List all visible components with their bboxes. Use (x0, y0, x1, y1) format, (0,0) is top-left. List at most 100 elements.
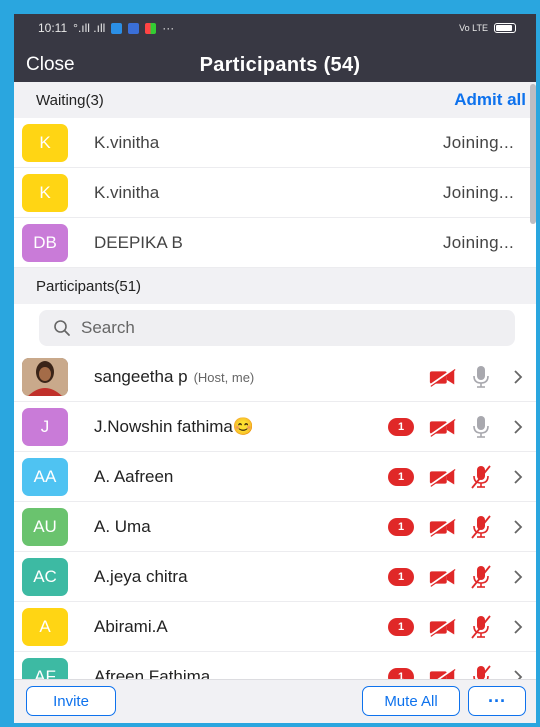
avatar-initials: AU (33, 516, 57, 536)
app-icon-2 (145, 22, 157, 34)
mute-all-button[interactable]: Mute All (362, 686, 460, 716)
avatar: AA (22, 457, 68, 496)
avatar-initials: K (39, 182, 51, 202)
participant-row[interactable]: AC A.jeya chitra 1 (14, 552, 536, 602)
mic-muted-icon (466, 564, 496, 590)
participant-row[interactable]: A Abirami.A 1 (14, 602, 536, 652)
admit-all-button[interactable]: Admit all (454, 90, 526, 110)
signal-icon: °.ıll .ıll (73, 21, 106, 35)
participant-name-wrap: Abirami.A (94, 617, 168, 637)
chat-badge: 1 (388, 467, 414, 486)
page-title: Participants (54) (199, 53, 361, 76)
mic-muted-icon (466, 514, 496, 540)
joining-status: Joining... (442, 182, 514, 202)
participant-name-wrap: sangeetha p (Host, me) (94, 367, 254, 387)
avatar: K (22, 123, 68, 162)
video-off-icon (428, 564, 458, 590)
participant-name: A. Uma (94, 516, 151, 536)
app-icon (128, 22, 140, 34)
waiting-row[interactable]: K K.vinitha Joining... (14, 118, 536, 168)
participant-controls: 1 (388, 614, 530, 640)
joining-status: Joining... (442, 132, 514, 152)
joining-status: Joining... (442, 232, 514, 252)
more-notifications-icon: ··· (162, 21, 175, 35)
mic-muted-icon (466, 464, 496, 490)
avatar: K (22, 173, 68, 212)
chevron-right-icon[interactable] (506, 414, 530, 440)
close-button[interactable]: Close (26, 54, 75, 76)
waiting-row[interactable]: DB DEEPIKA B Joining... (14, 218, 536, 268)
app-frame: 10:11 °.ıll .ıll ··· Vo LTE Close Partic… (14, 14, 536, 723)
avatar-initials: K (39, 132, 51, 152)
status-bar: 10:11 °.ıll .ıll ··· Vo LTE (38, 20, 516, 36)
participant-controls: 1 (388, 564, 530, 590)
participant-name: A. Aafreen (94, 466, 174, 486)
chevron-right-icon[interactable] (506, 564, 530, 590)
mic-icon (466, 364, 496, 390)
header: Close Participants (54) (14, 50, 536, 80)
participant-row[interactable]: AU A. Uma 1 (14, 502, 536, 552)
status-time: 10:11 (38, 21, 68, 35)
scrollbar[interactable] (530, 84, 536, 224)
participant-name-wrap: A. Uma (94, 517, 151, 537)
avatar (22, 357, 68, 396)
participant-controls (424, 364, 530, 390)
video-off-icon (428, 614, 458, 640)
chevron-right-icon[interactable] (506, 464, 530, 490)
video-off-icon (428, 414, 458, 440)
avatar: DB (22, 223, 68, 262)
chevron-right-icon[interactable] (506, 514, 530, 540)
search-container: Search (14, 304, 536, 352)
avatar: AU (22, 507, 68, 546)
avatar-initials: A (39, 616, 51, 636)
video-off-icon (428, 464, 458, 490)
volte-icon: Vo LTE (459, 22, 488, 33)
avatar: J (22, 407, 68, 446)
search-input[interactable]: Search (39, 310, 515, 346)
waiting-section-header: Waiting(3) Admit all (14, 82, 536, 118)
participant-row[interactable]: AA A. Aafreen 1 (14, 452, 536, 502)
search-icon (54, 320, 70, 336)
participant-name: K.vinitha (94, 132, 160, 152)
participant-name: J.Nowshin fathima😊 (94, 416, 255, 436)
avatar: AC (22, 557, 68, 596)
participant-name-wrap: A. Aafreen (94, 467, 173, 487)
avatar-initials: DB (33, 232, 57, 252)
participant-name: sangeetha p (94, 366, 188, 386)
telegram-icon (111, 22, 123, 34)
participant-name: Abirami.A (94, 616, 168, 636)
participants-section-header: Participants(51) (14, 268, 536, 304)
waiting-label: Waiting(3) (36, 91, 104, 109)
waiting-row[interactable]: K K.vinitha Joining... (14, 168, 536, 218)
battery-icon (494, 23, 516, 33)
mic-muted-icon (466, 614, 496, 640)
chat-badge: 1 (388, 517, 414, 536)
avatar: A (22, 607, 68, 646)
chat-badge: 1 (388, 417, 414, 436)
bottom-bar: Invite Mute All ··· (14, 679, 536, 723)
participant-controls: 1 (388, 464, 530, 490)
chat-badge: 1 (388, 567, 414, 586)
participant-role: (Host, me) (193, 369, 255, 385)
video-off-icon (428, 364, 458, 390)
invite-button[interactable]: Invite (26, 686, 116, 716)
top-bar: 10:11 °.ıll .ıll ··· Vo LTE Close Partic… (14, 14, 536, 82)
search-placeholder: Search (81, 318, 135, 337)
more-options-button[interactable]: ··· (468, 686, 526, 716)
participant-row[interactable]: sangeetha p (Host, me) (14, 352, 536, 402)
waiting-list: K K.vinitha Joining... K K.vinitha Joini… (14, 118, 536, 268)
participants-label: Participants(51) (36, 277, 142, 295)
participant-row[interactable]: J J.Nowshin fathima😊 1 (14, 402, 536, 452)
chat-badge: 1 (388, 617, 414, 636)
chevron-right-icon[interactable] (506, 614, 530, 640)
participant-list: sangeetha p (Host, me) J J.Nowshin fathi… (14, 352, 536, 702)
participant-controls: 1 (388, 414, 530, 440)
participant-controls: 1 (388, 514, 530, 540)
participant-name: DEEPIKA B (94, 232, 183, 252)
avatar-initials: AC (33, 566, 57, 586)
participant-name-wrap: J.Nowshin fathima😊 (94, 417, 254, 437)
chevron-right-icon[interactable] (506, 364, 530, 390)
avatar-initials: J (40, 416, 50, 436)
participant-name: K.vinitha (94, 182, 160, 202)
participant-name-wrap: A.jeya chitra (94, 567, 188, 587)
